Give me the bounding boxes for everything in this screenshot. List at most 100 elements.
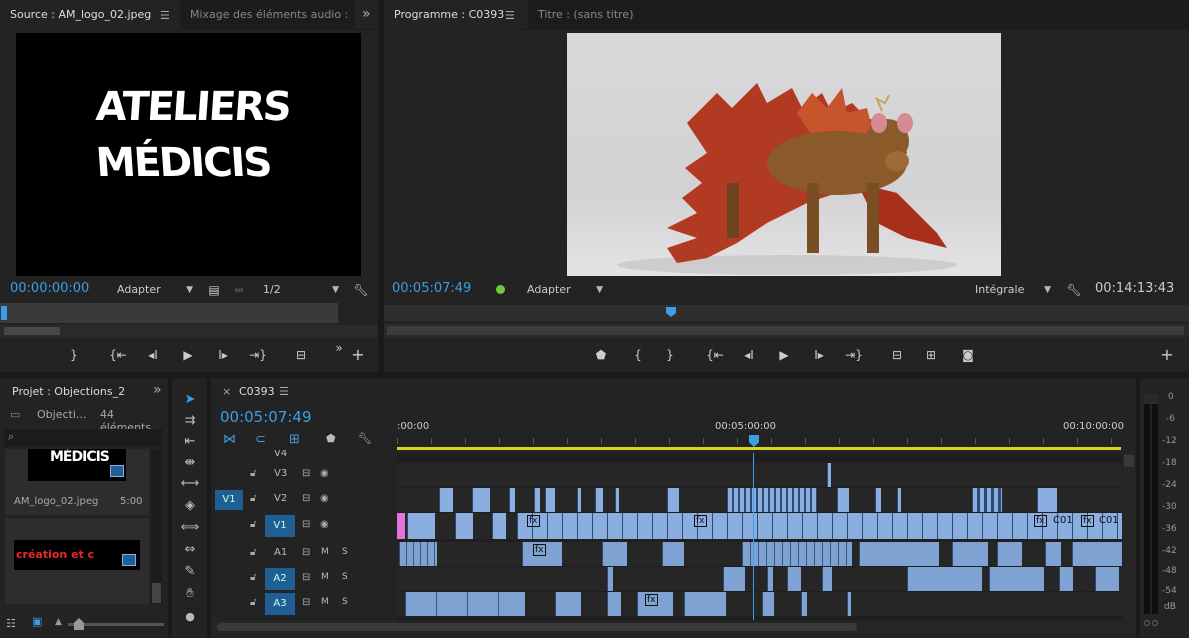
source-patch-v1[interactable]: V1 (215, 490, 243, 510)
add-button[interactable]: + (348, 347, 368, 363)
track-target-a3[interactable]: A3 (265, 593, 295, 615)
zoom-icon[interactable]: ● (180, 610, 200, 628)
tab-program[interactable]: Programme : C0393 (384, 0, 519, 30)
menu-icon[interactable]: ☰ (505, 9, 515, 22)
tab-audio-mixer[interactable]: Mixage des éléments audio : (180, 0, 355, 30)
program-zoom-bar[interactable] (384, 324, 1189, 337)
video-clip[interactable] (1037, 488, 1057, 512)
video-clip[interactable] (577, 488, 581, 512)
audio-clip[interactable] (405, 592, 525, 616)
source-resolution-dropdown[interactable]: 1/2 ▼ (263, 281, 339, 299)
sync-icon[interactable]: ⊟ (302, 572, 310, 583)
video-clip[interactable] (827, 463, 831, 487)
overflow-icon[interactable]: » (362, 6, 371, 22)
pen-icon[interactable]: ✎ (180, 564, 200, 582)
lock-icon[interactable]: 🔓︎ (250, 597, 256, 608)
linked-selection-icon[interactable]: ⊂ (255, 432, 266, 447)
audio-clip[interactable] (822, 567, 832, 591)
go-to-out-icon[interactable]: ⇥} (248, 347, 268, 363)
audio-clip[interactable] (555, 592, 581, 616)
audio-clip[interactable] (989, 567, 1044, 591)
scroll-thumb[interactable] (1124, 455, 1134, 467)
mute-button[interactable]: M (321, 547, 329, 557)
eye-icon[interactable]: ◉ (320, 468, 329, 479)
eye-icon[interactable]: ◉ (320, 519, 329, 530)
sync-icon[interactable]: ⊟ (302, 597, 310, 608)
lock-icon[interactable]: 🔓︎ (250, 468, 256, 479)
audio-clip[interactable] (1095, 567, 1119, 591)
slider-handle[interactable] (74, 618, 84, 630)
eye-icon[interactable]: ◉ (320, 493, 329, 504)
video-clip[interactable] (615, 488, 619, 512)
hand-icon[interactable]: ✋︎ (180, 586, 200, 604)
track-select-icon[interactable]: ⇉ (180, 413, 200, 431)
step-back-icon[interactable]: ◂Ⅰ (739, 347, 759, 363)
source-zoom-bar[interactable] (0, 325, 378, 337)
program-fit-dropdown[interactable]: Adapter ▼ (527, 281, 603, 299)
audio-clip[interactable] (723, 567, 745, 591)
source-fit-dropdown[interactable]: Adapter ▼ (117, 281, 193, 299)
insert-icon[interactable]: ⊟ (291, 347, 311, 363)
audio-clip[interactable] (662, 542, 684, 566)
track-target-v1[interactable]: V1 (265, 515, 295, 537)
mark-in-icon[interactable]: { (628, 347, 648, 363)
add-button[interactable]: + (1157, 347, 1177, 363)
slide-icon[interactable]: ⇔ (180, 542, 200, 560)
lock-icon[interactable]: 🔓︎ (250, 572, 256, 583)
audio-clip[interactable] (742, 542, 852, 566)
program-time-ruler[interactable] (384, 305, 1189, 321)
program-playhead[interactable] (666, 307, 676, 317)
lock-icon[interactable]: 🔓︎ (250, 493, 256, 504)
video-clip[interactable] (545, 488, 555, 512)
video-clip[interactable] (517, 513, 1122, 539)
video-clip[interactable] (727, 488, 817, 512)
audio-clip[interactable] (767, 567, 773, 591)
go-to-in-icon[interactable]: {⇤ (108, 347, 128, 363)
meter-solo-button[interactable] (1144, 620, 1150, 626)
audio-clip[interactable] (1072, 542, 1122, 566)
mark-out-icon[interactable]: } (660, 347, 680, 363)
audio-clip[interactable] (847, 592, 851, 616)
timeline-v-scrollbar[interactable] (1123, 453, 1135, 620)
nest-icon[interactable]: ⊞ (289, 432, 300, 447)
extract-icon[interactable]: ⊞ (921, 347, 941, 363)
video-clip[interactable] (472, 488, 490, 512)
project-search-input[interactable]: ⌕ (4, 429, 162, 447)
video-clip[interactable] (837, 488, 849, 512)
video-clip[interactable] (897, 488, 901, 512)
audio-clip[interactable] (762, 592, 774, 616)
project-scrollbar[interactable] (151, 449, 162, 604)
play-icon[interactable]: ▶ (774, 347, 794, 363)
slip-icon[interactable]: ⟺ (180, 520, 200, 538)
audio-clip[interactable] (801, 592, 807, 616)
video-clip[interactable] (534, 488, 540, 512)
source-timecode[interactable]: 00:00:00:00 (10, 281, 89, 296)
project-item[interactable]: création et c (5, 518, 149, 604)
more-controls-icon[interactable]: » (329, 340, 349, 356)
wrench-icon[interactable]: 🔧︎ (1064, 282, 1084, 298)
add-marker-icon[interactable]: ⬟ (591, 347, 611, 363)
scroll-thumb[interactable] (152, 583, 161, 603)
video-clip[interactable] (509, 488, 515, 512)
track-area[interactable]: fx fx fx C01 fx C01 fx fx (397, 453, 1122, 620)
ripple-edit-icon[interactable]: ⇤ (180, 434, 200, 452)
video-clip[interactable] (439, 488, 453, 512)
menu-icon[interactable]: ☰ (160, 9, 170, 22)
tab-sequence[interactable]: C0393 (239, 385, 275, 398)
step-forward-icon[interactable]: Ⅰ▸ (809, 347, 829, 363)
timeline-h-scrollbar[interactable] (213, 621, 1135, 633)
mute-button[interactable]: M (321, 597, 329, 607)
audio-clip[interactable] (997, 542, 1022, 566)
tab-project[interactable]: Projet : Objections_2 (12, 385, 125, 398)
timeline-timecode[interactable]: 00:05:07:49 (220, 408, 312, 426)
sync-icon[interactable]: ⊟ (302, 468, 310, 479)
sync-icon[interactable]: ⊟ (302, 547, 310, 558)
timeline-playhead-head[interactable] (749, 435, 759, 447)
source-time-ruler[interactable] (0, 303, 338, 323)
program-timecode[interactable]: 00:05:07:49 (392, 281, 471, 296)
rolling-edit-icon[interactable]: ⇼ (180, 455, 200, 473)
icon-view-icon[interactable]: ▣ (32, 615, 42, 628)
zoom-handle[interactable] (4, 327, 60, 335)
thumbnail-size-slider[interactable] (68, 618, 164, 630)
rate-stretch-icon[interactable]: ⟷ (180, 476, 200, 494)
